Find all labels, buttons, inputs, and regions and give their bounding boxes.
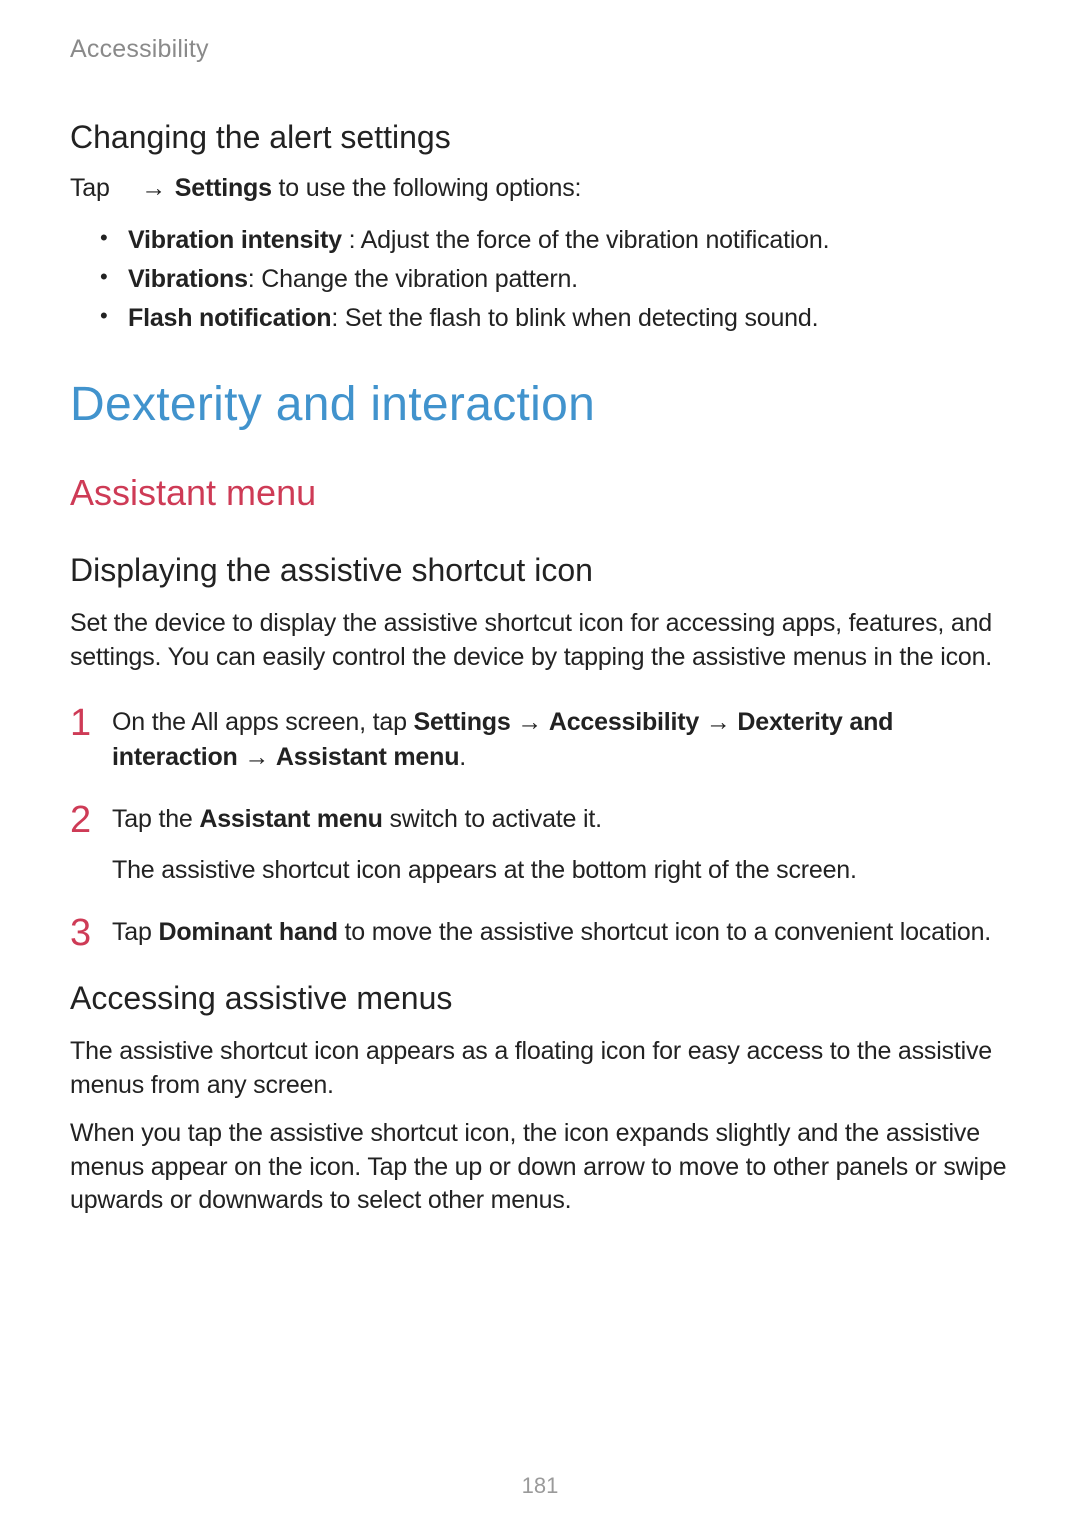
breadcrumb: Accessibility bbox=[70, 35, 1010, 64]
step-text: Tap the bbox=[112, 805, 199, 833]
arrow-icon: → bbox=[238, 743, 276, 771]
step-2: Tap the Assistant menu switch to activat… bbox=[70, 802, 1010, 889]
step-3: Tap Dominant hand to move the assistive … bbox=[70, 915, 1010, 951]
arrow-icon: → bbox=[699, 708, 737, 736]
tap-prefix: Tap bbox=[70, 174, 110, 202]
intro-paragraph: Set the device to display the assistive … bbox=[70, 607, 1010, 675]
list-item: Vibrations: Change the vibration pattern… bbox=[100, 260, 1010, 299]
step-text: Tap bbox=[112, 918, 158, 946]
heading-display-shortcut: Displaying the assistive shortcut icon bbox=[70, 552, 1010, 589]
heading-alert-settings: Changing the alert settings bbox=[70, 119, 1010, 156]
arrow-icon: → bbox=[511, 708, 549, 736]
steps-list: On the All apps screen, tap Settings → A… bbox=[70, 705, 1010, 951]
option-label: Vibrations bbox=[128, 265, 248, 293]
step-text: switch to activate it. bbox=[383, 805, 602, 833]
list-item: Vibration intensity : Adjust the force o… bbox=[100, 221, 1010, 260]
option-desc: : Set the flash to blink when detecting … bbox=[331, 304, 818, 332]
step-1: On the All apps screen, tap Settings → A… bbox=[70, 705, 1010, 776]
access-paragraph-2: When you tap the assistive shortcut icon… bbox=[70, 1117, 1010, 1218]
step-bold: Assistant menu bbox=[276, 743, 459, 771]
option-label: Flash notification bbox=[128, 304, 331, 332]
heading-dexterity: Dexterity and interaction bbox=[70, 377, 1010, 432]
step-text: On the All apps screen, tap bbox=[112, 708, 414, 736]
tap-instruction: Tap → Settings to use the following opti… bbox=[70, 174, 1010, 203]
heading-accessing-menus: Accessing assistive menus bbox=[70, 980, 1010, 1017]
access-paragraph-1: The assistive shortcut icon appears as a… bbox=[70, 1035, 1010, 1103]
step-text: . bbox=[459, 743, 466, 771]
option-desc: : Adjust the force of the vibration noti… bbox=[342, 226, 830, 254]
alert-options-list: Vibration intensity : Adjust the force o… bbox=[70, 221, 1010, 337]
heading-assistant-menu: Assistant menu bbox=[70, 472, 1010, 514]
list-item: Flash notification: Set the flash to bli… bbox=[100, 299, 1010, 338]
option-label: Vibration intensity bbox=[128, 226, 342, 254]
step-text: to move the assistive shortcut icon to a… bbox=[338, 918, 991, 946]
step-bold: Accessibility bbox=[549, 708, 699, 736]
step-bold: Settings bbox=[414, 708, 511, 736]
tap-suffix: to use the following options: bbox=[272, 174, 581, 202]
manual-page: Accessibility Changing the alert setting… bbox=[0, 0, 1080, 1527]
step-bold: Assistant menu bbox=[199, 805, 382, 833]
page-number: 181 bbox=[0, 1473, 1080, 1499]
step-bold: Dominant hand bbox=[158, 918, 337, 946]
arrow-icon: → bbox=[139, 174, 168, 203]
step-subtext: The assistive shortcut icon appears at t… bbox=[112, 853, 1010, 889]
option-desc: : Change the vibration pattern. bbox=[248, 265, 578, 293]
tap-settings-label: Settings bbox=[175, 174, 272, 202]
